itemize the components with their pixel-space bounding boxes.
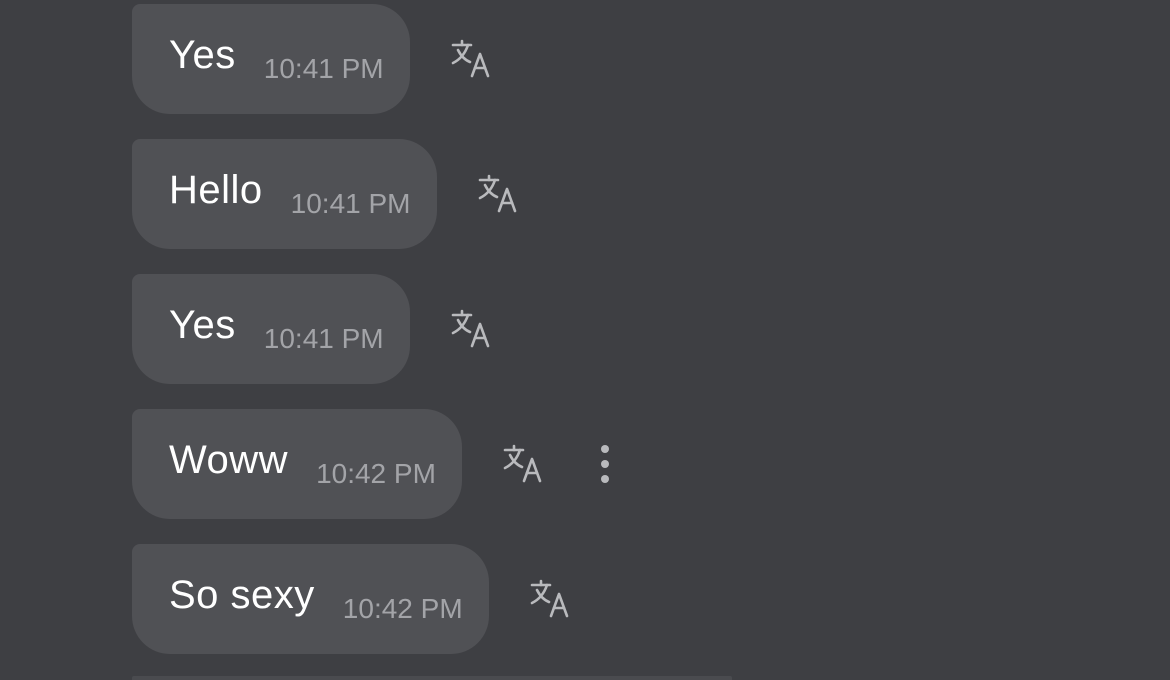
message-bubble[interactable]: Hello 10:41 PM: [132, 139, 437, 249]
chat-thread: Yes 10:41 PM Hello 10:41 PM Yes 10:41 PM…: [0, 0, 1170, 680]
message-text: Hello: [169, 167, 263, 212]
message-bubble[interactable]: So sexy 10:42 PM: [132, 544, 489, 654]
message-timestamp: 10:42 PM: [342, 593, 463, 624]
message-text: Yes: [169, 302, 236, 347]
message-bubble[interactable]: Yes 10:41 PM: [132, 274, 410, 384]
translate-button[interactable]: [500, 441, 546, 487]
message-text: Yes: [169, 32, 236, 77]
translate-icon: [451, 309, 489, 348]
message-timestamp: 10:41 PM: [263, 323, 384, 354]
message-bubble[interactable]: Yes 10:41 PM: [132, 4, 410, 114]
translate-icon: [478, 174, 516, 213]
message-timestamp: 10:41 PM: [263, 53, 384, 84]
translate-button[interactable]: [448, 306, 494, 352]
translate-icon: [451, 39, 489, 78]
translate-button[interactable]: [475, 171, 521, 217]
message-row: Yes 10:41 PM: [132, 4, 494, 114]
message-timestamp: 10:42 PM: [316, 458, 436, 489]
message-row: Yes 10:41 PM: [132, 274, 494, 384]
message-bubble[interactable]: Woww 10:42 PM: [132, 409, 462, 519]
next-message-bubble-edge: [132, 676, 732, 680]
message-row: Hello 10:41 PM: [132, 139, 521, 249]
translate-icon: [503, 444, 542, 483]
translate-icon: [530, 579, 568, 618]
message-more-button[interactable]: [590, 439, 620, 489]
message-text: So sexy: [169, 572, 315, 617]
translate-button[interactable]: [448, 36, 494, 82]
message-text: Woww: [169, 437, 289, 482]
message-row: Woww 10:42 PM: [132, 409, 620, 519]
message-row: So sexy 10:42 PM: [132, 544, 573, 654]
message-timestamp: 10:41 PM: [290, 188, 411, 219]
more-vertical-icon: [600, 445, 609, 483]
translate-button[interactable]: [527, 576, 573, 622]
